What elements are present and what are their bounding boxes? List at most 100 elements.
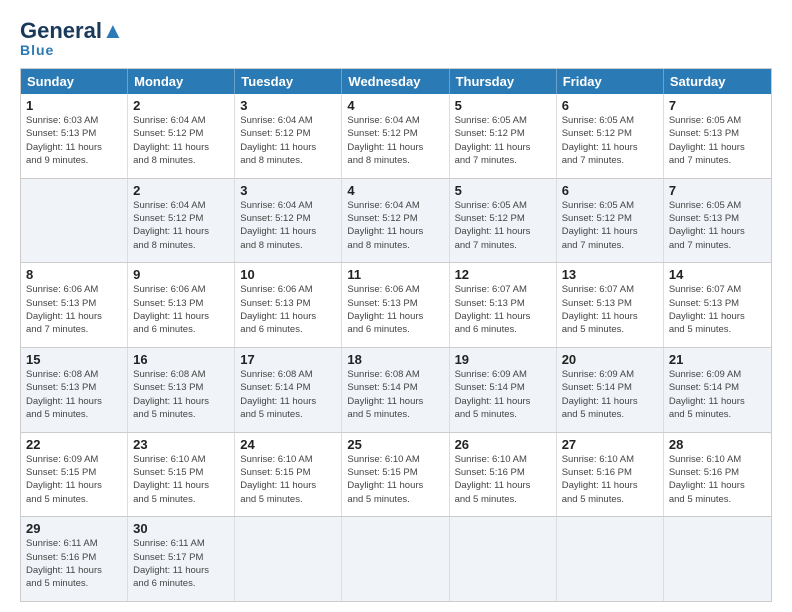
day-info: Sunrise: 6:09 AM Sunset: 5:14 PM Dayligh… bbox=[562, 368, 658, 421]
calendar-cell: 17Sunrise: 6:08 AM Sunset: 5:14 PM Dayli… bbox=[235, 348, 342, 432]
day-number: 22 bbox=[26, 437, 122, 452]
calendar-cell: 18Sunrise: 6:08 AM Sunset: 5:14 PM Dayli… bbox=[342, 348, 449, 432]
day-number: 13 bbox=[562, 267, 658, 282]
header: General▲ Blue bbox=[20, 20, 772, 58]
calendar-cell: 5Sunrise: 6:05 AM Sunset: 5:12 PM Daylig… bbox=[450, 179, 557, 263]
header-tuesday: Tuesday bbox=[235, 69, 342, 94]
day-number: 5 bbox=[455, 98, 551, 113]
day-info: Sunrise: 6:06 AM Sunset: 5:13 PM Dayligh… bbox=[240, 283, 336, 336]
day-number: 15 bbox=[26, 352, 122, 367]
day-number: 14 bbox=[669, 267, 766, 282]
calendar-cell: 25Sunrise: 6:10 AM Sunset: 5:15 PM Dayli… bbox=[342, 433, 449, 517]
calendar-cell bbox=[235, 517, 342, 601]
calendar-body: 1Sunrise: 6:03 AM Sunset: 5:13 PM Daylig… bbox=[21, 94, 771, 601]
calendar-cell: 20Sunrise: 6:09 AM Sunset: 5:14 PM Dayli… bbox=[557, 348, 664, 432]
day-info: Sunrise: 6:05 AM Sunset: 5:12 PM Dayligh… bbox=[455, 199, 551, 252]
day-info: Sunrise: 6:08 AM Sunset: 5:13 PM Dayligh… bbox=[26, 368, 122, 421]
day-info: Sunrise: 6:11 AM Sunset: 5:16 PM Dayligh… bbox=[26, 537, 122, 590]
day-number: 6 bbox=[562, 183, 658, 198]
day-info: Sunrise: 6:04 AM Sunset: 5:12 PM Dayligh… bbox=[347, 199, 443, 252]
day-info: Sunrise: 6:10 AM Sunset: 5:16 PM Dayligh… bbox=[669, 453, 766, 506]
calendar-cell: 13Sunrise: 6:07 AM Sunset: 5:13 PM Dayli… bbox=[557, 263, 664, 347]
day-number: 23 bbox=[133, 437, 229, 452]
header-wednesday: Wednesday bbox=[342, 69, 449, 94]
day-info: Sunrise: 6:04 AM Sunset: 5:12 PM Dayligh… bbox=[133, 114, 229, 167]
calendar-cell bbox=[342, 517, 449, 601]
day-number: 26 bbox=[455, 437, 551, 452]
day-info: Sunrise: 6:04 AM Sunset: 5:12 PM Dayligh… bbox=[347, 114, 443, 167]
day-number: 29 bbox=[26, 521, 122, 536]
logo-blue-text: Blue bbox=[20, 42, 54, 58]
calendar-cell: 11Sunrise: 6:06 AM Sunset: 5:13 PM Dayli… bbox=[342, 263, 449, 347]
day-number: 12 bbox=[455, 267, 551, 282]
calendar-cell: 12Sunrise: 6:07 AM Sunset: 5:13 PM Dayli… bbox=[450, 263, 557, 347]
calendar-cell: 7Sunrise: 6:05 AM Sunset: 5:13 PM Daylig… bbox=[664, 94, 771, 178]
day-info: Sunrise: 6:10 AM Sunset: 5:15 PM Dayligh… bbox=[347, 453, 443, 506]
day-number: 27 bbox=[562, 437, 658, 452]
calendar-cell: 6Sunrise: 6:05 AM Sunset: 5:12 PM Daylig… bbox=[557, 179, 664, 263]
calendar-cell: 21Sunrise: 6:09 AM Sunset: 5:14 PM Dayli… bbox=[664, 348, 771, 432]
day-number: 19 bbox=[455, 352, 551, 367]
day-number: 28 bbox=[669, 437, 766, 452]
calendar-cell: 2Sunrise: 6:04 AM Sunset: 5:12 PM Daylig… bbox=[128, 179, 235, 263]
calendar-cell: 24Sunrise: 6:10 AM Sunset: 5:15 PM Dayli… bbox=[235, 433, 342, 517]
calendar-row: 8Sunrise: 6:06 AM Sunset: 5:13 PM Daylig… bbox=[21, 262, 771, 347]
logo-general: General bbox=[20, 18, 102, 43]
calendar-header: Sunday Monday Tuesday Wednesday Thursday… bbox=[21, 69, 771, 94]
day-info: Sunrise: 6:10 AM Sunset: 5:15 PM Dayligh… bbox=[240, 453, 336, 506]
day-number: 10 bbox=[240, 267, 336, 282]
day-info: Sunrise: 6:04 AM Sunset: 5:12 PM Dayligh… bbox=[133, 199, 229, 252]
header-monday: Monday bbox=[128, 69, 235, 94]
logo-blue: ▲ bbox=[102, 18, 124, 43]
day-number: 18 bbox=[347, 352, 443, 367]
day-number: 20 bbox=[562, 352, 658, 367]
day-info: Sunrise: 6:05 AM Sunset: 5:12 PM Dayligh… bbox=[562, 199, 658, 252]
day-info: Sunrise: 6:05 AM Sunset: 5:12 PM Dayligh… bbox=[562, 114, 658, 167]
calendar-cell: 23Sunrise: 6:10 AM Sunset: 5:15 PM Dayli… bbox=[128, 433, 235, 517]
header-sunday: Sunday bbox=[21, 69, 128, 94]
calendar-cell: 19Sunrise: 6:09 AM Sunset: 5:14 PM Dayli… bbox=[450, 348, 557, 432]
day-info: Sunrise: 6:08 AM Sunset: 5:13 PM Dayligh… bbox=[133, 368, 229, 421]
calendar-cell: 9Sunrise: 6:06 AM Sunset: 5:13 PM Daylig… bbox=[128, 263, 235, 347]
day-number: 17 bbox=[240, 352, 336, 367]
day-info: Sunrise: 6:06 AM Sunset: 5:13 PM Dayligh… bbox=[347, 283, 443, 336]
day-info: Sunrise: 6:09 AM Sunset: 5:14 PM Dayligh… bbox=[455, 368, 551, 421]
day-info: Sunrise: 6:08 AM Sunset: 5:14 PM Dayligh… bbox=[240, 368, 336, 421]
calendar-cell: 4Sunrise: 6:04 AM Sunset: 5:12 PM Daylig… bbox=[342, 94, 449, 178]
day-number: 11 bbox=[347, 267, 443, 282]
calendar-cell: 27Sunrise: 6:10 AM Sunset: 5:16 PM Dayli… bbox=[557, 433, 664, 517]
calendar-row: 22Sunrise: 6:09 AM Sunset: 5:15 PM Dayli… bbox=[21, 432, 771, 517]
day-number: 25 bbox=[347, 437, 443, 452]
calendar-cell: 6Sunrise: 6:05 AM Sunset: 5:12 PM Daylig… bbox=[557, 94, 664, 178]
day-info: Sunrise: 6:08 AM Sunset: 5:14 PM Dayligh… bbox=[347, 368, 443, 421]
day-info: Sunrise: 6:10 AM Sunset: 5:16 PM Dayligh… bbox=[455, 453, 551, 506]
day-info: Sunrise: 6:05 AM Sunset: 5:13 PM Dayligh… bbox=[669, 199, 766, 252]
calendar-row: 2Sunrise: 6:04 AM Sunset: 5:12 PM Daylig… bbox=[21, 178, 771, 263]
logo: General▲ Blue bbox=[20, 20, 124, 58]
day-info: Sunrise: 6:03 AM Sunset: 5:13 PM Dayligh… bbox=[26, 114, 122, 167]
calendar-cell: 26Sunrise: 6:10 AM Sunset: 5:16 PM Dayli… bbox=[450, 433, 557, 517]
calendar-cell: 14Sunrise: 6:07 AM Sunset: 5:13 PM Dayli… bbox=[664, 263, 771, 347]
day-info: Sunrise: 6:10 AM Sunset: 5:16 PM Dayligh… bbox=[562, 453, 658, 506]
calendar-cell: 15Sunrise: 6:08 AM Sunset: 5:13 PM Dayli… bbox=[21, 348, 128, 432]
day-info: Sunrise: 6:05 AM Sunset: 5:12 PM Dayligh… bbox=[455, 114, 551, 167]
calendar-cell: 7Sunrise: 6:05 AM Sunset: 5:13 PM Daylig… bbox=[664, 179, 771, 263]
day-number: 1 bbox=[26, 98, 122, 113]
calendar-cell bbox=[450, 517, 557, 601]
day-number: 16 bbox=[133, 352, 229, 367]
day-info: Sunrise: 6:07 AM Sunset: 5:13 PM Dayligh… bbox=[562, 283, 658, 336]
day-info: Sunrise: 6:10 AM Sunset: 5:15 PM Dayligh… bbox=[133, 453, 229, 506]
day-number: 3 bbox=[240, 98, 336, 113]
day-info: Sunrise: 6:04 AM Sunset: 5:12 PM Dayligh… bbox=[240, 199, 336, 252]
day-number: 21 bbox=[669, 352, 766, 367]
header-friday: Friday bbox=[557, 69, 664, 94]
page: General▲ Blue Sunday Monday Tuesday Wedn… bbox=[0, 0, 792, 612]
day-number: 9 bbox=[133, 267, 229, 282]
calendar-cell: 3Sunrise: 6:04 AM Sunset: 5:12 PM Daylig… bbox=[235, 94, 342, 178]
day-info: Sunrise: 6:09 AM Sunset: 5:15 PM Dayligh… bbox=[26, 453, 122, 506]
day-info: Sunrise: 6:04 AM Sunset: 5:12 PM Dayligh… bbox=[240, 114, 336, 167]
day-info: Sunrise: 6:06 AM Sunset: 5:13 PM Dayligh… bbox=[133, 283, 229, 336]
calendar-cell bbox=[557, 517, 664, 601]
logo-text: General▲ bbox=[20, 20, 124, 42]
day-info: Sunrise: 6:05 AM Sunset: 5:13 PM Dayligh… bbox=[669, 114, 766, 167]
